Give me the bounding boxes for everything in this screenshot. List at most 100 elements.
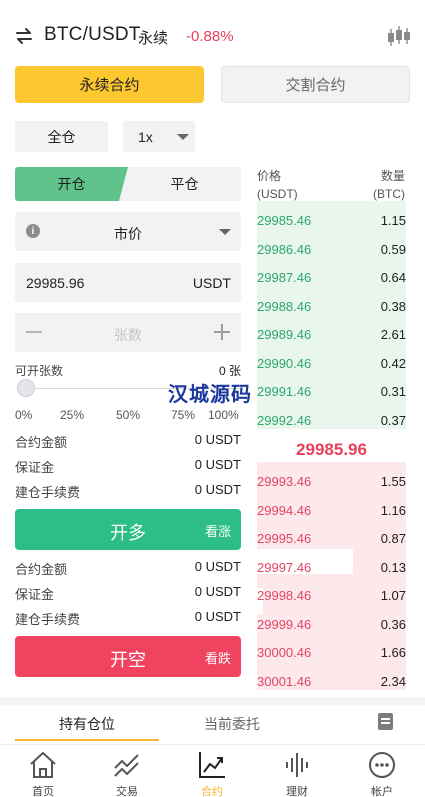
ask-row[interactable]: 29995.46 0.87 xyxy=(257,525,406,553)
ask-row[interactable]: 29994.46 1.16 xyxy=(257,497,406,525)
open-short-button[interactable]: 开空 看跌 xyxy=(15,636,241,677)
kv-label: 合约金额 xyxy=(15,435,68,450)
leverage-select[interactable]: 1x xyxy=(123,121,195,152)
home-icon xyxy=(30,752,56,778)
bid-qty: 1.15 xyxy=(380,213,406,228)
nav-label: 合约 xyxy=(201,786,223,797)
active-tab-indicator xyxy=(15,739,159,741)
bid-price: 29989.46 xyxy=(257,327,312,342)
document-icon[interactable] xyxy=(378,713,393,730)
short-fee: 建仓手续费 0 USDT xyxy=(15,609,241,628)
candlestick-icon[interactable] xyxy=(386,24,412,48)
amount-slider-handle[interactable] xyxy=(17,379,35,397)
margin-mode-button[interactable]: 全仓 xyxy=(15,121,108,152)
qty-header: 数量 xyxy=(380,169,405,183)
bid-qty: 0.42 xyxy=(380,355,406,371)
quantity-input[interactable]: 张数 xyxy=(15,325,241,345)
ask-price: 29993.46 xyxy=(257,474,312,489)
kv-label: 保证金 xyxy=(15,587,55,602)
ask-price: 29995.46 xyxy=(257,531,312,546)
long-contract-amount: 合约金额 0 USDT xyxy=(15,432,241,451)
open-long-button[interactable]: 开多 看涨 xyxy=(15,509,241,550)
bid-row[interactable]: 29986.46 0.59 xyxy=(257,236,406,264)
ask-row[interactable]: 30001.46 2.34 xyxy=(257,668,406,696)
ask-qty: 0.87 xyxy=(380,531,406,546)
tab-delivery[interactable]: 交割合约 xyxy=(221,66,410,103)
ask-row[interactable]: 30000.46 1.66 xyxy=(257,639,406,667)
trade-icon xyxy=(114,754,139,777)
ask-price: 29999.46 xyxy=(257,616,312,632)
kv-value: 0 USDT xyxy=(194,457,241,472)
nav-trade[interactable]: 交易 xyxy=(97,748,157,797)
order-type-select[interactable]: i 市价 xyxy=(15,212,241,251)
bid-row[interactable]: 29989.46 2.61 xyxy=(257,321,406,349)
tab-positions[interactable]: 持有仓位 xyxy=(15,714,159,734)
kv-value: 0 USDT xyxy=(194,609,241,624)
tabbar-divider xyxy=(0,744,425,745)
ask-price: 29998.46 xyxy=(257,588,312,603)
nav-label: 首页 xyxy=(32,786,54,797)
quantity-stepper[interactable]: 张数 xyxy=(15,313,241,352)
slider-mark-75[interactable]: 75% xyxy=(171,408,195,422)
ask-row[interactable]: 29997.46 0.13 xyxy=(257,554,406,582)
open-close-toggle: 开仓 平仓 xyxy=(15,167,241,201)
bid-qty: 0.31 xyxy=(380,384,406,399)
ask-row[interactable]: 29998.46 1.07 xyxy=(257,582,406,610)
ask-price: 29997.46 xyxy=(257,559,312,575)
finance-icon xyxy=(286,753,308,777)
price-field[interactable]: 29985.96 USDT xyxy=(15,263,241,302)
account-icon xyxy=(369,752,395,778)
price-header: 价格 xyxy=(257,169,282,183)
ask-price: 30000.46 xyxy=(257,645,312,660)
bid-row[interactable]: 29992.46 0.37 xyxy=(257,407,406,435)
swap-icon[interactable] xyxy=(14,26,34,46)
bid-row[interactable]: 29991.46 0.31 xyxy=(257,378,406,406)
price-value: 29985.96 xyxy=(26,275,85,291)
orderbook-price-header: 价格 (USDT) xyxy=(257,167,298,203)
kv-value: 0 USDT xyxy=(194,584,241,599)
nav-account[interactable]: 帐户 xyxy=(352,748,412,797)
slider-mark-25[interactable]: 25% xyxy=(60,408,84,422)
nav-home[interactable]: 首页 xyxy=(13,748,73,797)
contract-icon xyxy=(199,752,225,778)
bid-price: 29986.46 xyxy=(257,241,312,257)
bid-price: 29992.46 xyxy=(257,412,312,428)
short-contract-amount: 合约金额 0 USDT xyxy=(15,559,241,578)
chevron-down-icon xyxy=(219,229,231,235)
last-price: 29985.96 xyxy=(296,440,367,459)
ask-qty: 0.36 xyxy=(380,616,406,632)
bid-qty: 0.64 xyxy=(380,270,406,285)
bid-row[interactable]: 29988.46 0.38 xyxy=(257,293,406,321)
plus-icon[interactable] xyxy=(214,324,230,340)
ask-qty: 0.13 xyxy=(380,559,406,575)
ask-qty: 2.34 xyxy=(380,673,406,689)
long-margin: 保证金 0 USDT xyxy=(15,457,241,476)
nav-contract[interactable]: 合约 xyxy=(182,748,242,797)
bid-qty: 0.59 xyxy=(380,241,406,257)
pair-title[interactable]: BTC/USDT xyxy=(44,24,141,46)
ask-row[interactable]: 29993.46 1.55 xyxy=(257,468,406,496)
tab-close-position[interactable]: 平仓 xyxy=(128,167,241,201)
slider-mark-0[interactable]: 0% xyxy=(15,408,32,422)
kv-label: 保证金 xyxy=(15,460,55,475)
order-type-value: 市价 xyxy=(114,226,142,242)
bid-row[interactable]: 29985.46 1.15 xyxy=(257,207,406,235)
leverage-value: 1x xyxy=(138,128,153,145)
ask-row[interactable]: 29999.46 0.36 xyxy=(257,611,406,639)
bid-row[interactable]: 29987.46 0.64 xyxy=(257,264,406,292)
bid-price: 29990.46 xyxy=(257,355,312,371)
nav-finance[interactable]: 理财 xyxy=(267,748,327,797)
bid-qty: 0.38 xyxy=(380,298,406,314)
nav-label: 交易 xyxy=(116,786,138,797)
contract-type-label: 永续 xyxy=(138,30,169,47)
header: BTC/USDT 永续 -0.88% xyxy=(0,0,425,70)
slider-mark-50[interactable]: 50% xyxy=(116,408,140,422)
ask-price: 30001.46 xyxy=(257,673,312,689)
tab-open-position[interactable]: 开仓 xyxy=(15,167,128,201)
bearish-label: 看跌 xyxy=(204,651,231,666)
slider-mark-100[interactable]: 100% xyxy=(208,408,239,422)
margin-mode-label: 全仓 xyxy=(47,128,76,145)
tab-current-orders[interactable]: 当前委托 xyxy=(172,714,292,734)
bid-row[interactable]: 29990.46 0.42 xyxy=(257,350,406,378)
tab-perpetual[interactable]: 永续合约 xyxy=(15,66,204,103)
